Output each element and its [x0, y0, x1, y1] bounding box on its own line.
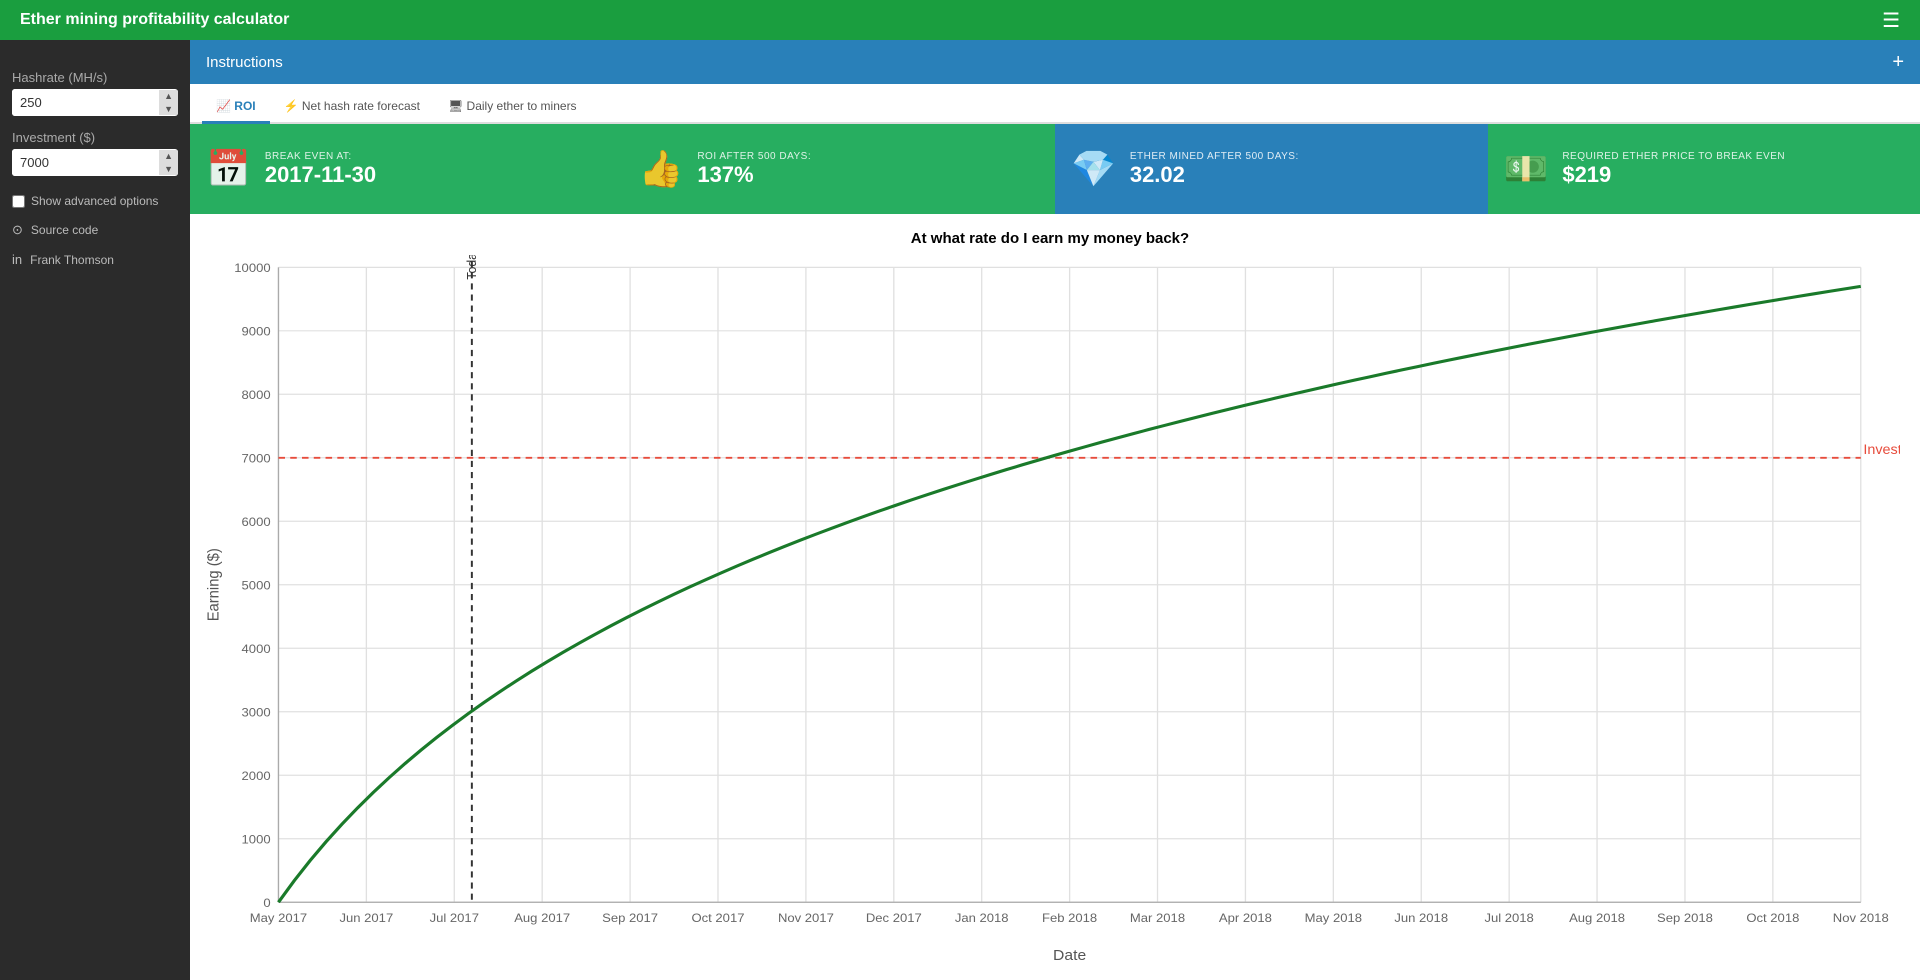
stat-card-2: 💎 ETHER MINED AFTER 500 DAYS: 32.02 — [1055, 124, 1488, 214]
chart-title: At what rate do I earn my money back? — [200, 230, 1900, 247]
stat-card-icon-2: 💎 — [1071, 148, 1116, 190]
show-advanced-label: Show advanced options — [31, 194, 158, 208]
stat-card-content-1: ROI AFTER 500 DAYS: 137% — [697, 151, 811, 188]
svg-text:Feb 2018: Feb 2018 — [1042, 911, 1097, 925]
svg-text:10000: 10000 — [234, 262, 270, 276]
stat-card-content-2: ETHER MINED AFTER 500 DAYS: 32.02 — [1130, 151, 1299, 188]
hashrate-input[interactable] — [12, 89, 159, 116]
svg-text:Today: Today — [464, 255, 478, 280]
investment-input-wrap: ▲ ▼ — [12, 149, 178, 176]
instructions-expand-button[interactable]: + — [1892, 51, 1904, 74]
tab-daily[interactable]: 🖥 Daily ether to miners — [434, 91, 591, 124]
hashrate-down-button[interactable]: ▼ — [159, 103, 178, 116]
investment-spinner: ▲ ▼ — [159, 150, 178, 176]
stat-cards: 📅 BREAK EVEN AT: 2017-11-30 👍 ROI AFTER … — [190, 124, 1920, 214]
hashrate-input-wrap: ▲ ▼ — [12, 89, 178, 116]
svg-text:Jul 2017: Jul 2017 — [430, 911, 479, 925]
svg-text:3000: 3000 — [242, 706, 271, 720]
svg-text:1000: 1000 — [242, 833, 271, 847]
svg-text:Jun 2018: Jun 2018 — [1394, 911, 1448, 925]
stat-card-value-1: 137% — [697, 162, 811, 188]
svg-text:Oct 2017: Oct 2017 — [691, 911, 744, 925]
stat-card-value-3: $219 — [1562, 162, 1785, 188]
svg-text:Aug 2017: Aug 2017 — [514, 911, 570, 925]
hashrate-spinner: ▲ ▼ — [159, 90, 178, 116]
stat-card-icon-0: 📅 — [206, 148, 251, 190]
svg-text:6000: 6000 — [242, 516, 271, 530]
svg-text:Nov 2017: Nov 2017 — [778, 911, 834, 925]
svg-text:Jun 2017: Jun 2017 — [339, 911, 393, 925]
app-title: Ether mining profitability calculator — [20, 11, 1882, 29]
svg-text:Sep 2017: Sep 2017 — [602, 911, 658, 925]
show-advanced-checkbox[interactable] — [12, 195, 25, 208]
svg-text:0: 0 — [263, 896, 270, 910]
stat-card-0: 📅 BREAK EVEN AT: 2017-11-30 — [190, 124, 623, 214]
svg-text:Mar 2018: Mar 2018 — [1130, 911, 1185, 925]
author-link[interactable]: in Frank Thomson — [12, 252, 178, 267]
svg-text:Date: Date — [1053, 948, 1086, 964]
svg-text:Apr 2018: Apr 2018 — [1219, 911, 1272, 925]
svg-text:Dec 2017: Dec 2017 — [866, 911, 922, 925]
investment-down-button[interactable]: ▼ — [159, 163, 178, 176]
chart-area: At what rate do I earn my money back? 0 1… — [190, 214, 1920, 980]
svg-text:Jan 2018: Jan 2018 — [955, 911, 1009, 925]
svg-text:5000: 5000 — [242, 579, 271, 593]
instructions-bar: Instructions + — [190, 40, 1920, 84]
svg-text:2000: 2000 — [242, 769, 271, 783]
tab-nethash[interactable]: ⚡ Net hash rate forecast — [270, 91, 434, 124]
source-code-label: Source code — [31, 223, 98, 237]
svg-text:Earning ($): Earning ($) — [205, 548, 222, 621]
svg-text:Nov 2018: Nov 2018 — [1833, 911, 1889, 925]
stat-card-icon-1: 👍 — [639, 148, 684, 190]
stat-card-label-1: ROI AFTER 500 DAYS: — [697, 151, 811, 162]
author-label: Frank Thomson — [30, 253, 114, 267]
instructions-title: Instructions — [206, 54, 283, 71]
tab-roi[interactable]: 📈 ROI — [202, 91, 270, 124]
stat-card-value-0: 2017-11-30 — [265, 162, 376, 188]
sidebar: Hashrate (MH/s) ▲ ▼ Investment ($) ▲ ▼ S… — [0, 40, 190, 980]
svg-text:May 2018: May 2018 — [1305, 911, 1362, 925]
investment-up-button[interactable]: ▲ — [159, 150, 178, 163]
svg-text:Jul 2018: Jul 2018 — [1484, 911, 1533, 925]
stat-card-1: 👍 ROI AFTER 500 DAYS: 137% — [623, 124, 1056, 214]
tabs-bar: 📈 ROI⚡ Net hash rate forecast🖥 Daily eth… — [190, 84, 1920, 124]
investment-input[interactable] — [12, 149, 159, 176]
svg-text:Aug 2018: Aug 2018 — [1569, 911, 1625, 925]
show-advanced-row[interactable]: Show advanced options — [12, 194, 178, 208]
linkedin-icon: in — [12, 252, 22, 267]
stat-card-label-2: ETHER MINED AFTER 500 DAYS: — [1130, 151, 1299, 162]
svg-text:9000: 9000 — [242, 325, 271, 339]
svg-text:May 2017: May 2017 — [250, 911, 307, 925]
svg-text:Oct 2018: Oct 2018 — [1746, 911, 1799, 925]
stat-card-icon-3: 💵 — [1504, 148, 1549, 190]
hashrate-up-button[interactable]: ▲ — [159, 90, 178, 103]
svg-text:Sep 2018: Sep 2018 — [1657, 911, 1713, 925]
stat-card-label-3: REQUIRED ETHER PRICE TO BREAK EVEN — [1562, 151, 1785, 162]
stat-card-value-2: 32.02 — [1130, 162, 1299, 188]
hashrate-label: Hashrate (MH/s) — [12, 70, 178, 85]
svg-text:8000: 8000 — [242, 389, 271, 403]
source-code-link[interactable]: ⊙ Source code — [12, 222, 178, 238]
svg-text:Investment: Investment — [1863, 441, 1900, 457]
investment-label: Investment ($) — [12, 130, 178, 145]
svg-text:7000: 7000 — [242, 452, 271, 466]
stat-card-label-0: BREAK EVEN AT: — [265, 151, 376, 162]
stat-card-content-3: REQUIRED ETHER PRICE TO BREAK EVEN $219 — [1562, 151, 1785, 188]
svg-text:4000: 4000 — [242, 643, 271, 657]
earnings-chart: 0 1000 2000 3000 4000 5000 6000 7000 8000 9000 100… — [200, 255, 1900, 970]
stat-card-content-0: BREAK EVEN AT: 2017-11-30 — [265, 151, 376, 188]
top-nav: Ether mining profitability calculator ☰ — [0, 0, 1920, 40]
source-code-icon: ⊙ — [12, 222, 23, 238]
hamburger-icon[interactable]: ☰ — [1882, 8, 1900, 33]
stat-card-3: 💵 REQUIRED ETHER PRICE TO BREAK EVEN $21… — [1488, 124, 1920, 214]
